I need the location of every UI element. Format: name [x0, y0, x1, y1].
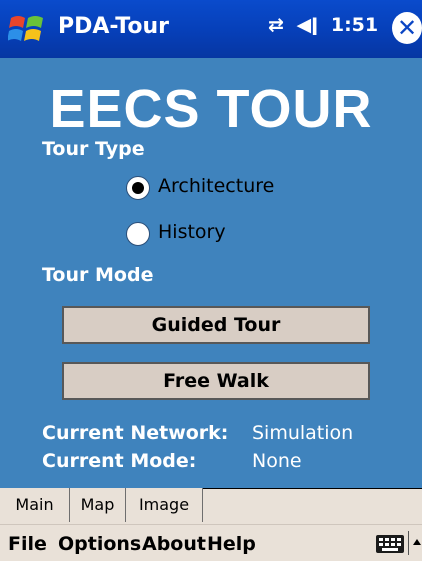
- close-icon[interactable]: ✕: [392, 12, 422, 44]
- current-network-label: Current Network:: [42, 422, 229, 444]
- status-area: ⇄ ◀︎ǀ 1:51: [268, 14, 378, 36]
- clock-time[interactable]: 1:51: [331, 14, 378, 36]
- radio-history-label[interactable]: History: [158, 221, 226, 243]
- menu-bar: File Options About Help: [0, 524, 422, 561]
- radio-architecture-circle[interactable]: [126, 176, 150, 200]
- menu-options[interactable]: Options: [58, 533, 141, 555]
- sip-arrow-icon[interactable]: [413, 539, 421, 545]
- tab-main[interactable]: Main: [0, 488, 70, 522]
- tab-map[interactable]: Map: [70, 488, 126, 522]
- start-menu-icon[interactable]: [8, 12, 46, 46]
- current-mode-label: Current Mode:: [42, 450, 197, 472]
- menu-file[interactable]: File: [8, 533, 47, 555]
- volume-icon[interactable]: ◀︎ǀ: [297, 14, 319, 36]
- connectivity-icon[interactable]: ⇄: [268, 14, 284, 36]
- page-title: EECS TOUR: [49, 79, 373, 139]
- app-title: PDA-Tour: [58, 14, 170, 39]
- keyboard-icon[interactable]: [376, 535, 404, 553]
- free-walk-button[interactable]: Free Walk: [62, 362, 370, 400]
- radio-history-circle[interactable]: [126, 222, 150, 246]
- sip-divider: [408, 531, 409, 555]
- guided-tour-button[interactable]: Guided Tour: [62, 306, 370, 344]
- current-mode-value: None: [252, 450, 302, 472]
- tab-strip: Main Map Image: [0, 488, 422, 524]
- menu-help[interactable]: Help: [207, 533, 256, 555]
- tab-image[interactable]: Image: [126, 488, 203, 522]
- title-bar: PDA-Tour ⇄ ◀︎ǀ 1:51 ✕: [0, 0, 422, 58]
- tour-mode-label: Tour Mode: [42, 264, 154, 286]
- menu-about[interactable]: About: [142, 533, 206, 555]
- current-network-value: Simulation: [252, 422, 354, 444]
- main-panel: EECS TOUR Tour Type Architecture History…: [0, 58, 422, 488]
- radio-architecture-label[interactable]: Architecture: [158, 175, 274, 197]
- tour-type-label: Tour Type: [42, 138, 145, 160]
